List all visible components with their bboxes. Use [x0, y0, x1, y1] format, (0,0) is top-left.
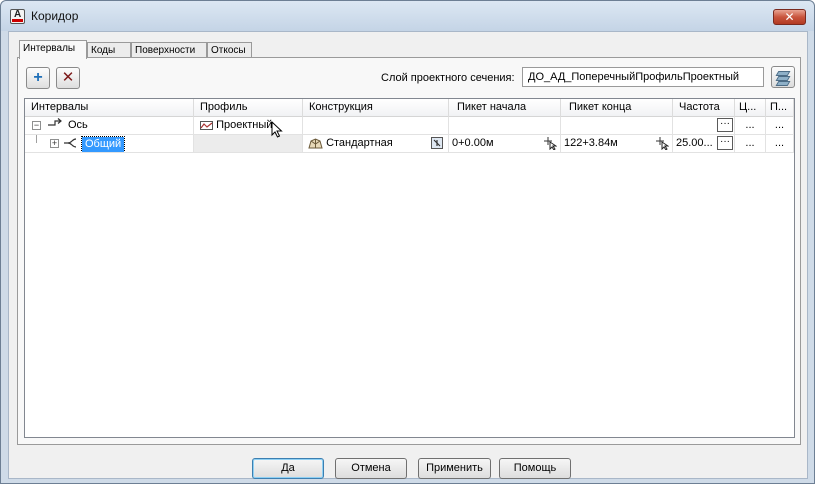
column-header-start-station[interactable]: Пикет начала	[449, 99, 561, 117]
column-header-assembly[interactable]: Конструкция	[303, 99, 449, 117]
end-station-cell[interactable]: 122+3.84м	[561, 135, 673, 153]
corridor-dialog: A Коридор ✕ Интервалы Коды Поверхности О…	[0, 0, 815, 484]
col7-cell[interactable]: ...	[735, 135, 766, 153]
interval-name-cell[interactable]: − Ось	[25, 117, 194, 135]
pick-station-icon[interactable]	[543, 137, 558, 152]
row-name-selected: Общий	[80, 136, 126, 152]
ok-button[interactable]: Да	[252, 458, 324, 479]
col7-cell[interactable]: ...	[735, 117, 766, 135]
profile-cell[interactable]	[194, 135, 303, 153]
frequency-value: 25.00...	[676, 137, 713, 149]
mouse-cursor-icon	[271, 120, 283, 141]
assembly-pick-icon[interactable]	[431, 137, 443, 152]
assembly-cell[interactable]: Стандартная	[303, 135, 449, 153]
end-station-value: 122+3.84м	[564, 137, 618, 149]
tab-surfaces[interactable]: Поверхности	[131, 42, 207, 58]
column-header-col8[interactable]: П...	[766, 99, 794, 117]
apply-button[interactable]: Применить	[418, 458, 491, 479]
region-icon	[63, 135, 79, 152]
pick-station-icon[interactable]	[655, 137, 670, 152]
assembly-name: Стандартная	[326, 137, 393, 149]
column-header-col7[interactable]: Ц...	[735, 99, 766, 117]
frequency-ellipsis-button[interactable]: ···	[717, 136, 733, 150]
col8-cell[interactable]: ...	[766, 135, 794, 153]
start-station-value: 0+0.00м	[452, 137, 494, 149]
section-layer-field[interactable]: ДО_АД_ПоперечныйПрофильПроектный	[522, 67, 764, 87]
start-station-cell[interactable]	[449, 117, 561, 135]
help-button[interactable]: Помощь	[499, 458, 571, 479]
table-header: Интервалы Профиль Конструкция Пикет нача…	[25, 99, 794, 117]
cancel-button[interactable]: Отмена	[335, 458, 407, 479]
tree-line	[36, 135, 37, 143]
tab-codes[interactable]: Коды	[87, 42, 131, 58]
frequency-cell[interactable]: ···	[673, 117, 735, 135]
interval-name-cell[interactable]: + Общий	[25, 135, 194, 153]
autocad-app-icon: A	[10, 9, 25, 24]
tab-slopes[interactable]: Откосы	[207, 42, 252, 58]
end-station-cell[interactable]	[561, 117, 673, 135]
col8-cell[interactable]: ...	[766, 117, 794, 135]
profile-name: Проектный	[216, 119, 273, 131]
profile-icon	[200, 119, 216, 131]
delete-x-icon: ✕	[61, 69, 75, 86]
add-interval-button[interactable]: +	[26, 67, 50, 89]
column-header-profile[interactable]: Профиль	[194, 99, 303, 117]
close-button[interactable]: ✕	[773, 9, 806, 25]
dialog-client-area: Интервалы Коды Поверхности Откосы + ✕ Сл…	[8, 31, 808, 479]
start-station-cell[interactable]: 0+0.00м	[449, 135, 561, 153]
expand-toggle[interactable]: +	[50, 139, 59, 148]
window-title: Коридор	[31, 9, 79, 23]
tab-intervals[interactable]: Интервалы	[19, 40, 87, 59]
plus-icon: +	[33, 69, 43, 86]
title-bar[interactable]: A Коридор ✕	[1, 1, 814, 31]
column-header-frequency[interactable]: Частота	[673, 99, 735, 117]
assembly-icon	[308, 137, 326, 149]
layer-select-button[interactable]	[771, 66, 795, 88]
alignment-icon	[47, 117, 63, 134]
intervals-table: Интервалы Профиль Конструкция Пикет нача…	[24, 98, 795, 438]
section-layer-label: Слой проектного сечения:	[381, 72, 515, 84]
delete-interval-button[interactable]: ✕	[56, 67, 80, 89]
column-header-intervals[interactable]: Интервалы	[25, 99, 194, 117]
frequency-ellipsis-button[interactable]: ···	[717, 118, 733, 132]
collapse-toggle[interactable]: −	[32, 121, 41, 130]
tab-panel-intervals: + ✕ Слой проектного сечения: ДО_АД_Попер…	[17, 57, 801, 445]
profile-cell[interactable]: Проектный	[194, 117, 303, 135]
assembly-cell[interactable]	[303, 117, 449, 135]
row-name: Ось	[68, 119, 88, 131]
frequency-cell[interactable]: 25.00... ···	[673, 135, 735, 153]
column-header-end-station[interactable]: Пикет конца	[561, 99, 673, 117]
